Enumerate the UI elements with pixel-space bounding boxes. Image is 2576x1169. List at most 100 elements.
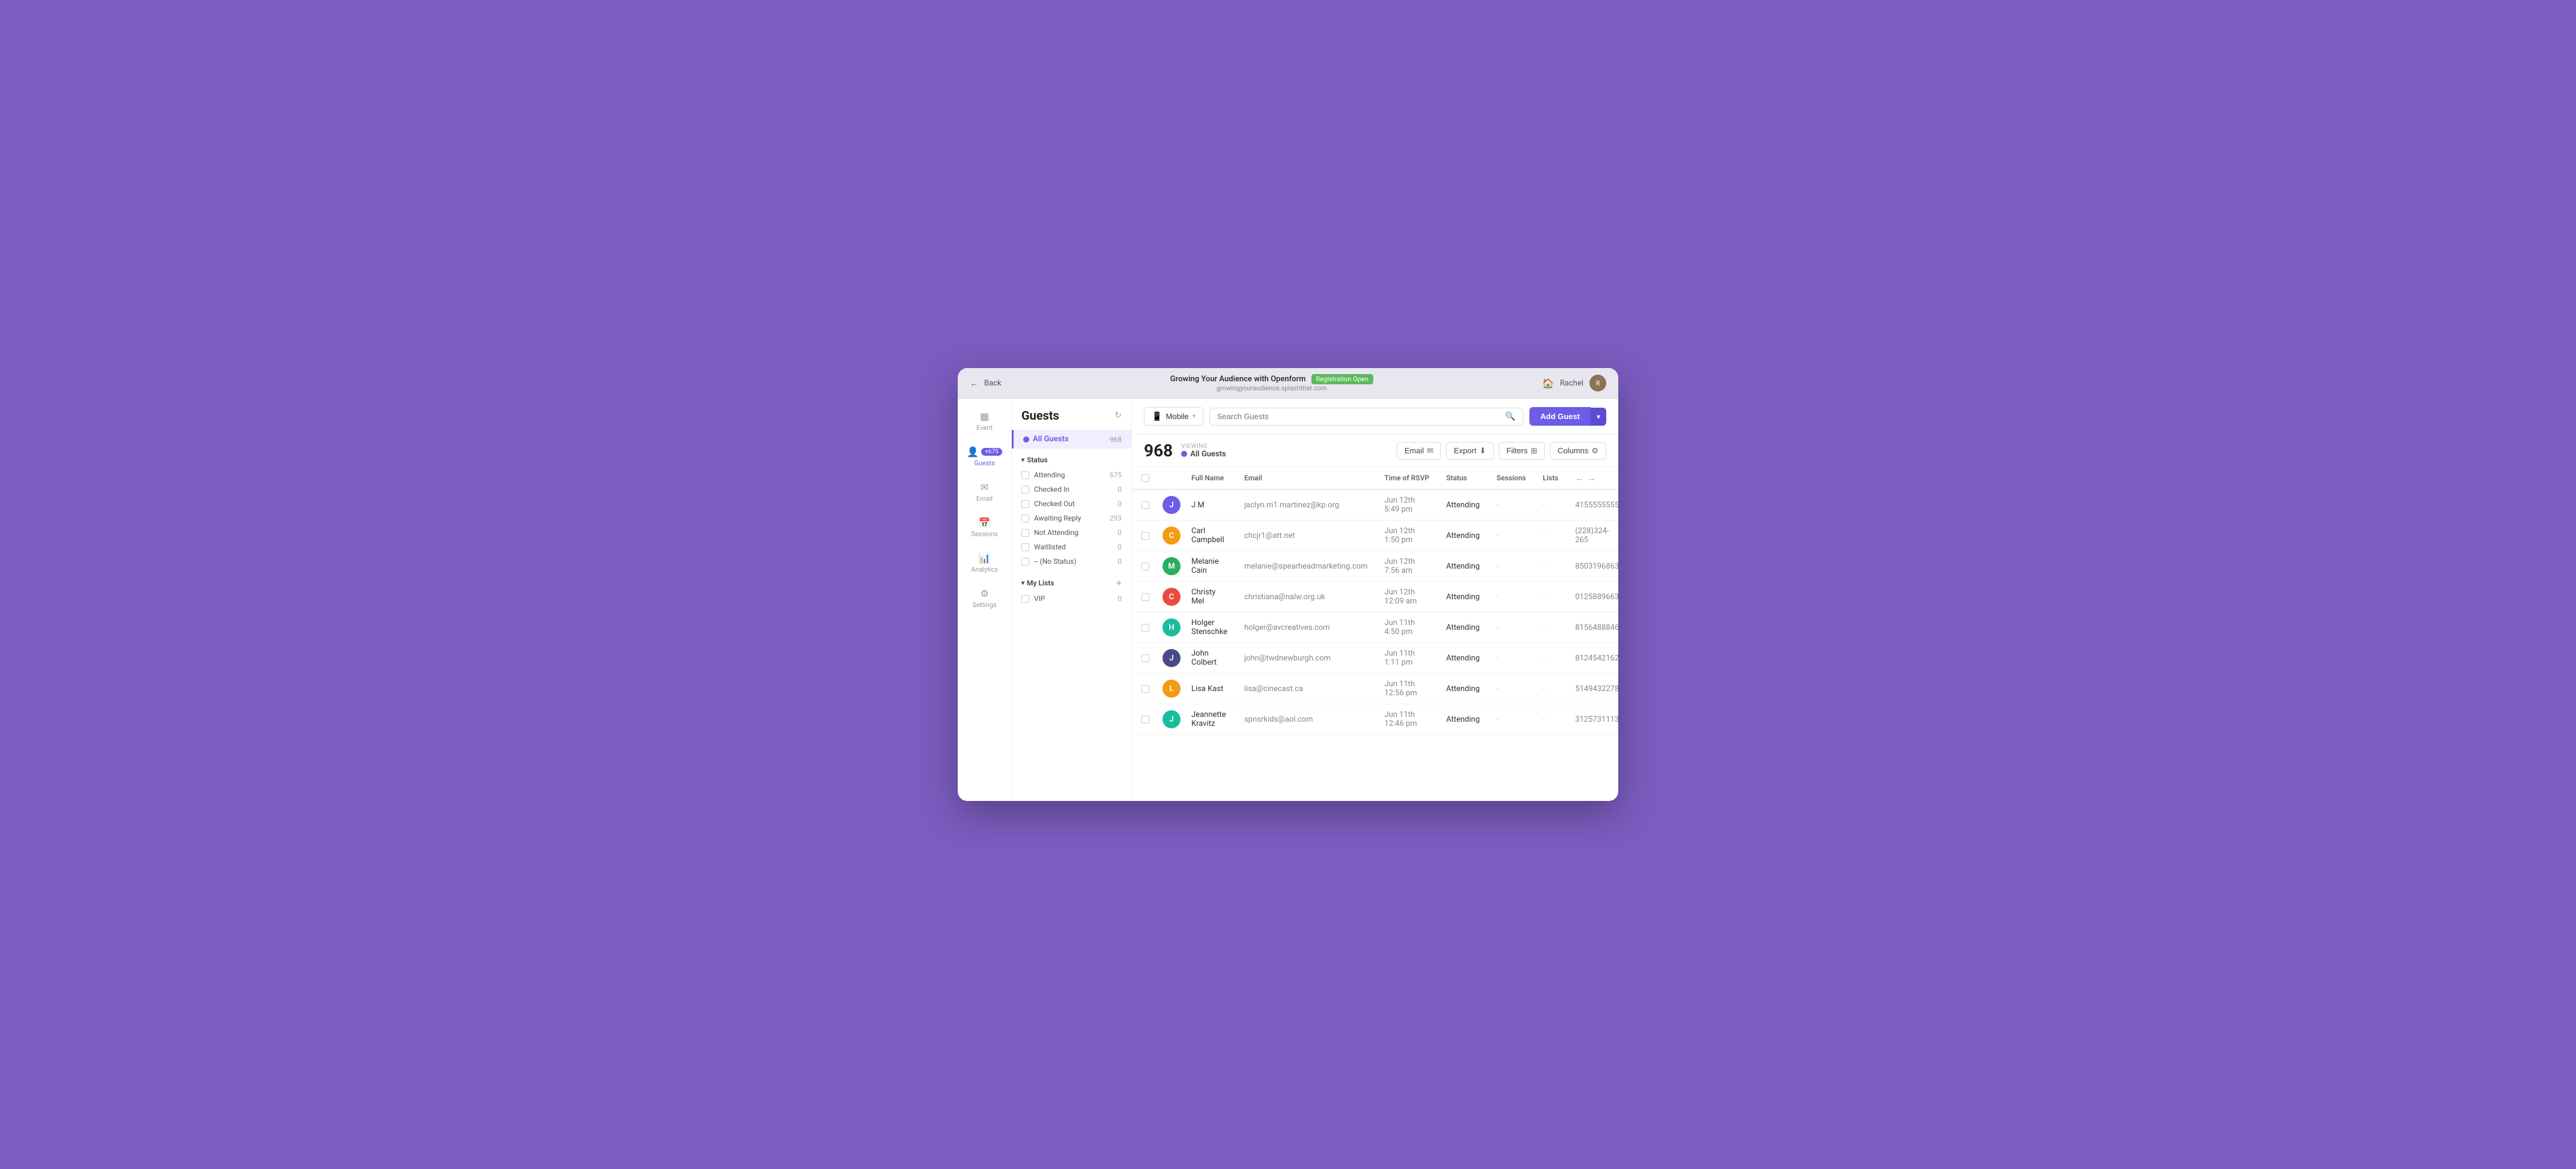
row-checkbox[interactable]: [1141, 501, 1149, 509]
all-guests-filter[interactable]: All Guests 968: [1012, 430, 1131, 449]
table-row[interactable]: L Lisa Kast lisa@cinecast.ca Jun 11th 12…: [1132, 674, 1618, 704]
waitlisted-checkbox[interactable]: [1021, 543, 1029, 551]
checked-in-label: Checked In: [1034, 485, 1069, 494]
row-checkbox[interactable]: [1141, 593, 1149, 601]
row-checkbox-cell: [1132, 612, 1154, 643]
row-full-name: J M: [1183, 489, 1236, 521]
guest-avatar: C: [1163, 527, 1181, 545]
table-row[interactable]: J Jeannette Kravitz spnsrkids@aol.com Ju…: [1132, 704, 1618, 735]
add-list-button[interactable]: +: [1116, 578, 1122, 588]
table-row[interactable]: J J M jaclyn.m1.martinez@kp.org Jun 12th…: [1132, 489, 1618, 521]
row-checkbox[interactable]: [1141, 563, 1149, 570]
total-count: 968: [1144, 441, 1173, 461]
search-icon: 🔍: [1505, 412, 1516, 421]
filter-checked-out[interactable]: Checked Out 0: [1021, 497, 1122, 511]
select-all-checkbox[interactable]: [1141, 474, 1149, 482]
row-extra: 3125731113: [1567, 704, 1618, 735]
awaiting-checkbox[interactable]: [1021, 515, 1029, 522]
settings-nav-label: Settings: [972, 601, 996, 609]
header-full-name[interactable]: Full Name: [1183, 467, 1236, 489]
filters-btn-icon: ⊞: [1531, 446, 1537, 456]
row-checkbox[interactable]: [1141, 654, 1149, 662]
email-btn-label: Email: [1404, 446, 1424, 455]
checked-in-checkbox[interactable]: [1021, 486, 1029, 494]
my-lists-title[interactable]: ▾ My Lists: [1021, 579, 1054, 587]
row-sessions: -: [1488, 489, 1534, 521]
filters-button[interactable]: Filters ⊞: [1499, 442, 1545, 460]
table-row[interactable]: C Carl Campbell chcjr1@att.net Jun 12th …: [1132, 521, 1618, 551]
filter-awaiting-reply[interactable]: Awaiting Reply 293: [1021, 511, 1122, 525]
attending-checkbox[interactable]: [1021, 471, 1029, 479]
table-row[interactable]: C Christy Mel christiana@nalw.org.uk Jun…: [1132, 582, 1618, 612]
guests-nav-label: Guests: [974, 459, 994, 467]
header-rsvp-time[interactable]: Time of RSVP: [1376, 467, 1438, 489]
guest-avatar: M: [1163, 557, 1181, 575]
sidebar-item-settings[interactable]: ⚙ Settings: [961, 582, 1009, 615]
table-header: Full Name Email Time of RSVP Status Sess…: [1132, 467, 1618, 489]
row-sessions: -: [1488, 704, 1534, 735]
sidebar-item-analytics[interactable]: 📊 Analytics: [961, 546, 1009, 579]
add-guest-button[interactable]: Add Guest: [1529, 407, 1591, 426]
header-status[interactable]: Status: [1438, 467, 1488, 489]
vip-list-item[interactable]: VIP 0: [1012, 591, 1131, 606]
export-button[interactable]: Export ⬇: [1446, 442, 1493, 460]
add-guest-dropdown-button[interactable]: ▾: [1591, 408, 1606, 426]
row-avatar-cell: J: [1154, 643, 1183, 674]
no-status-checkbox[interactable]: [1021, 558, 1029, 566]
filter-not-attending[interactable]: Not Attending 0: [1021, 525, 1122, 540]
event-title: Growing Your Audience with Openform: [1170, 375, 1306, 384]
table-row[interactable]: H Holger Stenschke holger@avcreatives.co…: [1132, 612, 1618, 643]
row-avatar-cell: C: [1154, 582, 1183, 612]
prev-columns-button[interactable]: ←: [1575, 473, 1583, 483]
waitlisted-count: 0: [1117, 543, 1122, 551]
vip-checkbox[interactable]: [1021, 595, 1029, 603]
row-sessions: -: [1488, 582, 1534, 612]
sidebar-item-guests[interactable]: 👤 +675 Guests: [961, 440, 1009, 473]
row-full-name: Holger Stenschke: [1183, 612, 1236, 643]
status-section-header[interactable]: ▾ Status: [1021, 456, 1122, 464]
filter-no-status[interactable]: -- (No Status) 0: [1021, 554, 1122, 569]
search-input[interactable]: [1217, 412, 1505, 421]
filter-waitlisted[interactable]: Waitlisted 0: [1021, 540, 1122, 554]
mobile-button[interactable]: 📱 Mobile ▾: [1144, 407, 1203, 426]
email-button[interactable]: Email ✉: [1397, 442, 1441, 460]
header-sessions[interactable]: Sessions: [1488, 467, 1534, 489]
not-attending-count: 0: [1117, 528, 1122, 537]
row-email: melanie@spearheadmarketing.com: [1236, 551, 1376, 582]
columns-button[interactable]: Columns ⚙: [1550, 442, 1606, 460]
filter-checked-in[interactable]: Checked In 0: [1021, 482, 1122, 497]
row-email: chcjr1@att.net: [1236, 521, 1376, 551]
row-status: Attending: [1438, 704, 1488, 735]
guests-badge: +675: [981, 448, 1002, 456]
header-avatar-col: [1154, 467, 1183, 489]
attending-label: Attending: [1034, 471, 1065, 479]
columns-btn-label: Columns: [1558, 446, 1588, 455]
row-rsvp-time: Jun 11th 4:50 pm: [1376, 612, 1438, 643]
table-row[interactable]: J John Colbert john@twdnewburgh.com Jun …: [1132, 643, 1618, 674]
header-lists[interactable]: Lists: [1534, 467, 1567, 489]
table-row[interactable]: M Melanie Cain melanie@spearheadmarketin…: [1132, 551, 1618, 582]
sidebar-item-email[interactable]: ✉ Email: [961, 476, 1009, 509]
not-attending-checkbox[interactable]: [1021, 529, 1029, 537]
vip-left: VIP: [1021, 594, 1045, 603]
filter-attending[interactable]: Attending 675: [1021, 468, 1122, 482]
row-rsvp-time: Jun 11th 12:56 pm: [1376, 674, 1438, 704]
row-checkbox[interactable]: [1141, 685, 1149, 693]
back-label[interactable]: Back: [984, 379, 1002, 388]
refresh-icon[interactable]: ↻: [1114, 411, 1122, 420]
row-sessions: -: [1488, 551, 1534, 582]
header-email[interactable]: Email: [1236, 467, 1376, 489]
columns-btn-icon: ⚙: [1591, 446, 1598, 456]
row-checkbox[interactable]: [1141, 624, 1149, 632]
sidebar-item-event[interactable]: ▦ Event: [961, 405, 1009, 438]
checked-out-checkbox[interactable]: [1021, 500, 1029, 508]
home-icon[interactable]: 🏠: [1542, 378, 1554, 389]
avatar[interactable]: R: [1589, 375, 1606, 391]
sidebar-item-sessions[interactable]: 📅 Sessions: [961, 511, 1009, 544]
next-columns-button[interactable]: →: [1587, 473, 1595, 483]
row-checkbox[interactable]: [1141, 532, 1149, 540]
back-button[interactable]: ←: [970, 378, 978, 388]
filters-btn-label: Filters: [1507, 446, 1528, 455]
row-checkbox[interactable]: [1141, 716, 1149, 723]
viewing-all-guests: All Guests: [1190, 450, 1226, 459]
